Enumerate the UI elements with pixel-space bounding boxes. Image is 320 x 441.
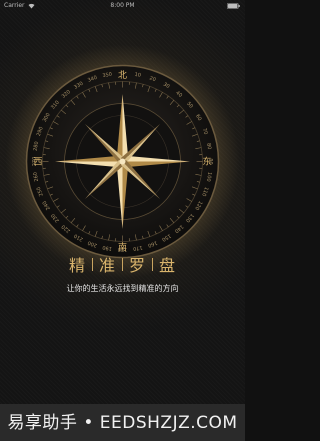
direction-north: 北: [118, 70, 127, 81]
title-char-4: 盘: [159, 256, 177, 275]
app-title: 精 准 罗 盘: [0, 252, 245, 276]
title-char-3: 罗: [129, 256, 147, 275]
compass-graphic: 0 102030405060708090100110120130140150160…: [5, 44, 240, 279]
splash-screen: Carrier 8:00 PM 0 10 20 30 40 50 60 70 8…: [0, 0, 245, 441]
degree-label: 80: [205, 143, 212, 150]
title-char-1: 精: [68, 256, 86, 275]
direction-west: 西: [33, 157, 42, 168]
title-char-2: 准: [98, 256, 116, 275]
compass-dial: 0 10 20 30 40 50 60 70 80 90 100 110 120 130 140 150 160…: [5, 44, 240, 279]
status-time: 8:00 PM: [110, 2, 135, 9]
degree-label: 10: [134, 72, 141, 79]
app-subtitle: 让你的生活永远找到精准的方向: [66, 284, 179, 293]
battery-icon: [227, 3, 240, 9]
status-bar: Carrier 8:00 PM: [0, 0, 245, 12]
direction-east: 东: [202, 156, 211, 168]
watermark-text: 易享助手 • EEDSHZJZ.COM: [7, 413, 238, 433]
